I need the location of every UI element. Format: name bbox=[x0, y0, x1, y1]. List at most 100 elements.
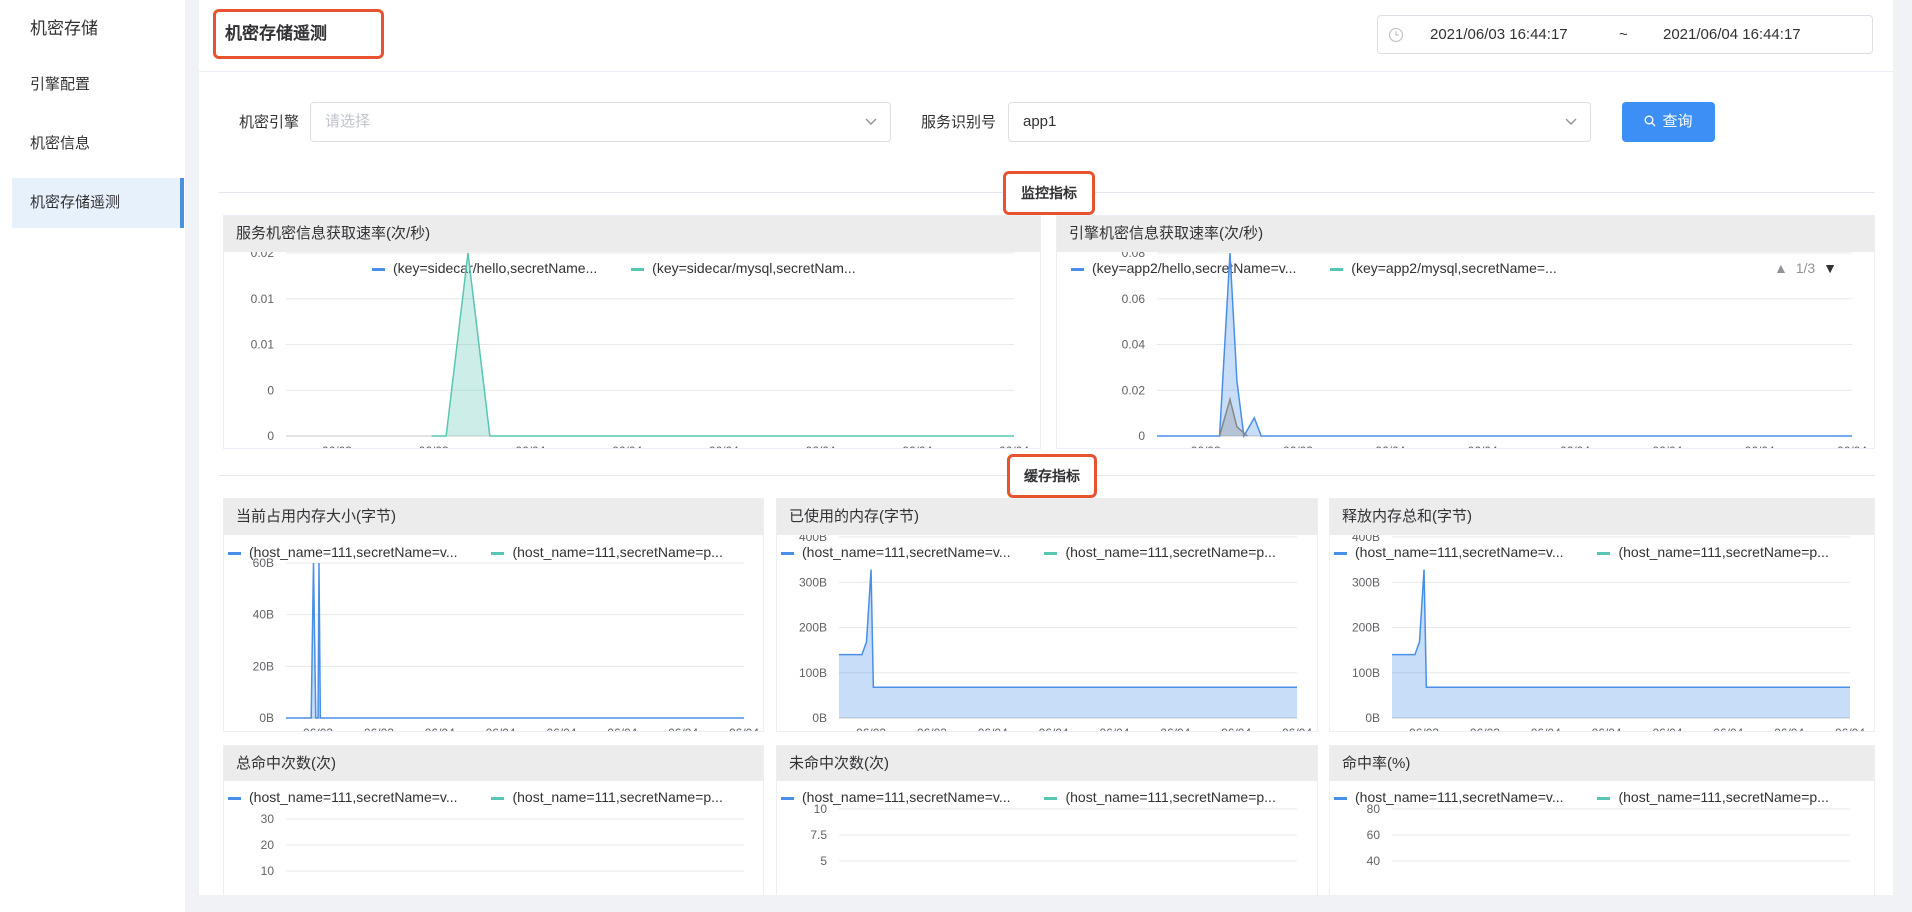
x-tick-label: 06/04 bbox=[515, 444, 545, 449]
x-tick-label: 06/04 bbox=[999, 444, 1029, 449]
query-button[interactable]: 查询 bbox=[1622, 102, 1715, 142]
sidebar-item-secret-info[interactable]: 机密信息 bbox=[12, 119, 184, 169]
date-range-picker[interactable]: 2021/06/03 16:44:17 ~ 2021/06/04 16:44:1… bbox=[1377, 15, 1873, 54]
y-tick-label: 0B bbox=[259, 711, 274, 725]
x-tick-label: 06/03 bbox=[856, 726, 886, 732]
search-icon bbox=[1644, 115, 1656, 127]
y-tick-label: 0 bbox=[1138, 429, 1145, 443]
panel-total-hits: 总命中次数(次) (host_name=111,secretName=v... … bbox=[223, 745, 764, 905]
y-tick-label: 5 bbox=[820, 854, 827, 868]
panel-engine-rate: 引擎机密信息获取速率(次/秒) (key=app2/hello,secretNa… bbox=[1056, 215, 1875, 449]
x-tick-label: 06/04 bbox=[546, 726, 576, 732]
clock-icon bbox=[1388, 27, 1404, 43]
engine-label: 机密引擎 bbox=[239, 114, 300, 131]
y-tick-label: 100B bbox=[799, 666, 827, 680]
x-tick-label: 06/04 bbox=[668, 726, 698, 732]
chart: 400B300B200B100B0B06/0319:0006/0322:0006… bbox=[1352, 535, 1865, 732]
panel-title: 总命中次数(次) bbox=[224, 746, 763, 781]
y-tick-label: 20B bbox=[253, 659, 274, 673]
sidebar-title: 机密存储 bbox=[30, 19, 98, 38]
y-tick-label: 40 bbox=[1367, 854, 1381, 868]
service-label: 服务识别号 bbox=[921, 114, 997, 131]
service-value: app1 bbox=[1023, 113, 1057, 130]
chart: 0.080.060.040.02006/0319:0006/0322:0006/… bbox=[1122, 252, 1868, 449]
x-tick-label: 06/04 bbox=[806, 444, 836, 449]
panel-title: 服务机密信息获取速率(次/秒) bbox=[224, 216, 1040, 252]
chart: 400B300B200B100B0B06/0319:0006/0322:0006… bbox=[799, 535, 1312, 732]
series-area bbox=[839, 569, 1297, 718]
chart: 80 60 40 bbox=[1367, 802, 1850, 868]
chart: 107.55 bbox=[810, 802, 1297, 868]
series-area bbox=[286, 563, 744, 718]
y-tick-label: 40B bbox=[253, 608, 274, 622]
y-tick-label: 400B bbox=[1352, 535, 1380, 544]
y-tick-label: 300B bbox=[1352, 575, 1380, 589]
engine-select[interactable]: 请选择 bbox=[310, 102, 891, 142]
y-tick-label: 7.5 bbox=[810, 828, 827, 842]
horizontal-scrollbar[interactable] bbox=[185, 895, 1912, 912]
x-tick-label: 06/03 bbox=[1409, 726, 1439, 732]
y-tick-label: 60B bbox=[253, 556, 274, 570]
x-tick-label: 06/04 bbox=[1592, 726, 1622, 732]
x-tick-label: 06/04 bbox=[1221, 726, 1251, 732]
y-tick-label: 0 bbox=[267, 383, 274, 397]
series-line bbox=[1392, 569, 1850, 688]
y-tick-label: 0.01 bbox=[251, 338, 275, 352]
y-tick-label: 30 bbox=[261, 812, 275, 826]
y-tick-label: 0.06 bbox=[1122, 292, 1146, 306]
panel-service-rate: 服务机密信息获取速率(次/秒) (key=sidecar/hello,secre… bbox=[223, 215, 1041, 449]
sidebar-item-engine-config[interactable]: 引擎配置 bbox=[12, 60, 184, 110]
y-tick-label: 200B bbox=[1352, 621, 1380, 635]
y-tick-label: 300B bbox=[799, 575, 827, 589]
x-tick-label: 06/04 bbox=[1282, 726, 1312, 732]
x-tick-label: 06/03 bbox=[917, 726, 947, 732]
x-tick-label: 06/04 bbox=[1835, 726, 1865, 732]
y-tick-label: 0.02 bbox=[1122, 383, 1146, 397]
y-tick-label: 80 bbox=[1367, 802, 1381, 816]
page-title: 机密存储遥测 bbox=[213, 9, 384, 59]
date-separator: ~ bbox=[1619, 26, 1628, 43]
panel-hit-rate: 命中率(%) (host_name=111,secretName=v... (h… bbox=[1329, 745, 1875, 905]
x-tick-label: 06/04 bbox=[612, 444, 642, 449]
x-tick-label: 06/03 bbox=[1283, 444, 1313, 449]
x-tick-label: 06/04 bbox=[425, 726, 455, 732]
query-label: 查询 bbox=[1662, 113, 1693, 130]
chevron-down-icon bbox=[865, 118, 877, 125]
sidebar: 机密存储 引擎配置 机密信息 机密存储遥测 bbox=[0, 0, 185, 912]
series-line bbox=[839, 569, 1297, 688]
x-tick-label: 06/04 bbox=[1375, 444, 1405, 449]
x-tick-label: 06/04 bbox=[1560, 444, 1590, 449]
y-tick-label: 0 bbox=[267, 429, 274, 443]
x-tick-label: 06/04 bbox=[1039, 726, 1069, 732]
panel-current-memory: 当前占用内存大小(字节) (host_name=111,secretName=v… bbox=[223, 498, 764, 732]
y-tick-label: 0.04 bbox=[1122, 338, 1146, 352]
main-content: 机密存储遥测 2021/06/03 16:44:17 ~ 2021/06/04 … bbox=[199, 0, 1893, 905]
y-tick-label: 0B bbox=[812, 711, 827, 725]
page-header: 机密存储遥测 2021/06/03 16:44:17 ~ 2021/06/04 … bbox=[199, 0, 1893, 72]
date-end[interactable]: 2021/06/04 16:44:17 bbox=[1663, 26, 1801, 43]
x-tick-label: 06/04 bbox=[1713, 726, 1743, 732]
x-tick-label: 06/03 bbox=[419, 444, 449, 449]
x-tick-label: 06/03 bbox=[322, 444, 352, 449]
x-tick-label: 06/04 bbox=[902, 444, 932, 449]
date-start[interactable]: 2021/06/03 16:44:17 bbox=[1430, 26, 1568, 43]
chart: 60B40B20B0B06/0319:0006/0322:0006/0401:0… bbox=[253, 556, 760, 732]
section-monitor: 监控指标 bbox=[1003, 171, 1095, 215]
x-tick-label: 06/04 bbox=[1531, 726, 1561, 732]
service-select[interactable]: app1 bbox=[1008, 102, 1591, 142]
panel-title: 已使用的内存(字节) bbox=[777, 499, 1317, 535]
series-area bbox=[1392, 569, 1850, 718]
panel-title: 释放内存总和(字节) bbox=[1330, 499, 1874, 535]
sidebar-item-telemetry[interactable]: 机密存储遥测 bbox=[12, 178, 184, 228]
x-tick-label: 06/04 bbox=[709, 444, 739, 449]
x-tick-label: 06/04 bbox=[607, 726, 637, 732]
x-tick-label: 06/03 bbox=[1470, 726, 1500, 732]
y-tick-label: 10 bbox=[814, 802, 828, 816]
y-tick-label: 400B bbox=[799, 535, 827, 544]
x-tick-label: 06/04 bbox=[1745, 444, 1775, 449]
y-tick-label: 0.02 bbox=[251, 252, 275, 260]
section-cache: 缓存指标 bbox=[1007, 454, 1097, 498]
y-tick-label: 0B bbox=[1365, 711, 1380, 725]
y-tick-label: 0.01 bbox=[251, 292, 275, 306]
panel-title: 命中率(%) bbox=[1330, 746, 1874, 781]
